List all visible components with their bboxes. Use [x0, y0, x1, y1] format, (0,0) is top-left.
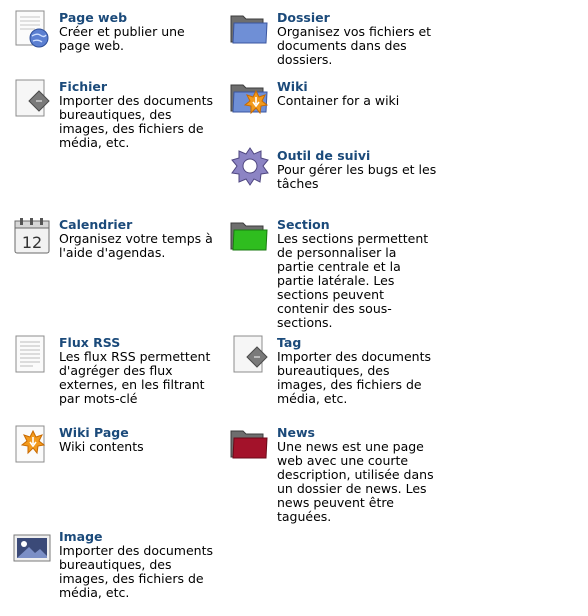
- page-web-icon[interactable]: [11, 8, 53, 50]
- flux-rss-description: Les flux RSS permettent d'agréger des fl…: [59, 349, 211, 406]
- rss-document-icon[interactable]: [11, 333, 53, 375]
- tag-link[interactable]: Tag: [277, 336, 497, 350]
- item-section: Section Les sections permettent de perso…: [230, 218, 497, 330]
- section-description: Les sections permettent de personnaliser…: [277, 231, 429, 330]
- item-outil-de-suivi: Outil de suivi Pour gérer les bugs et le…: [231, 147, 497, 191]
- wiki-page-icon[interactable]: [11, 423, 53, 465]
- wiki-link[interactable]: Wiki: [277, 80, 497, 94]
- wiki-page-description: Wiki contents: [59, 439, 144, 454]
- tag-description: Importer des documents bureautiques, des…: [277, 349, 431, 406]
- green-folder-icon[interactable]: [229, 215, 271, 257]
- item-dossier: Dossier Organisez vos fichiers et docume…: [230, 11, 497, 67]
- folder-icon[interactable]: [229, 8, 271, 50]
- wiki-folder-icon[interactable]: [229, 77, 271, 119]
- calendrier-description: Organisez votre temps à l'aide d'agendas…: [59, 231, 213, 260]
- dossier-description: Organisez vos fichiers et documents dans…: [277, 24, 432, 67]
- section-link[interactable]: Section: [277, 218, 497, 232]
- image-link[interactable]: Image: [59, 530, 279, 544]
- news-description: Une news est une page web avec une court…: [277, 439, 434, 524]
- item-news: News Une news est une page web avec une …: [230, 426, 497, 524]
- news-link[interactable]: News: [277, 426, 497, 440]
- dossier-link[interactable]: Dossier: [277, 11, 497, 25]
- tag-file-icon[interactable]: [229, 333, 271, 375]
- red-folder-icon[interactable]: [229, 423, 271, 465]
- gear-icon[interactable]: [229, 146, 271, 188]
- outil-de-suivi-link[interactable]: Outil de suivi: [277, 149, 497, 163]
- outil-de-suivi-description: Pour gérer les bugs et les tâches: [277, 162, 437, 191]
- calendar-day-number: 12: [22, 233, 42, 252]
- fichier-description: Importer des documents bureautiques, des…: [59, 93, 213, 150]
- file-icon[interactable]: [11, 77, 53, 119]
- item-wiki: Wiki Container for a wiki: [230, 80, 497, 115]
- image-icon[interactable]: [11, 527, 53, 569]
- item-tag: Tag Importer des documents bureautiques,…: [233, 335, 497, 406]
- calendar-icon[interactable]: 12: [11, 215, 53, 257]
- item-image: Image Importer des documents bureautique…: [13, 530, 279, 600]
- page-web-description: Créer et publier une page web.: [59, 24, 185, 53]
- image-description: Importer des documents bureautiques, des…: [59, 543, 213, 600]
- wiki-description: Container for a wiki: [277, 93, 400, 108]
